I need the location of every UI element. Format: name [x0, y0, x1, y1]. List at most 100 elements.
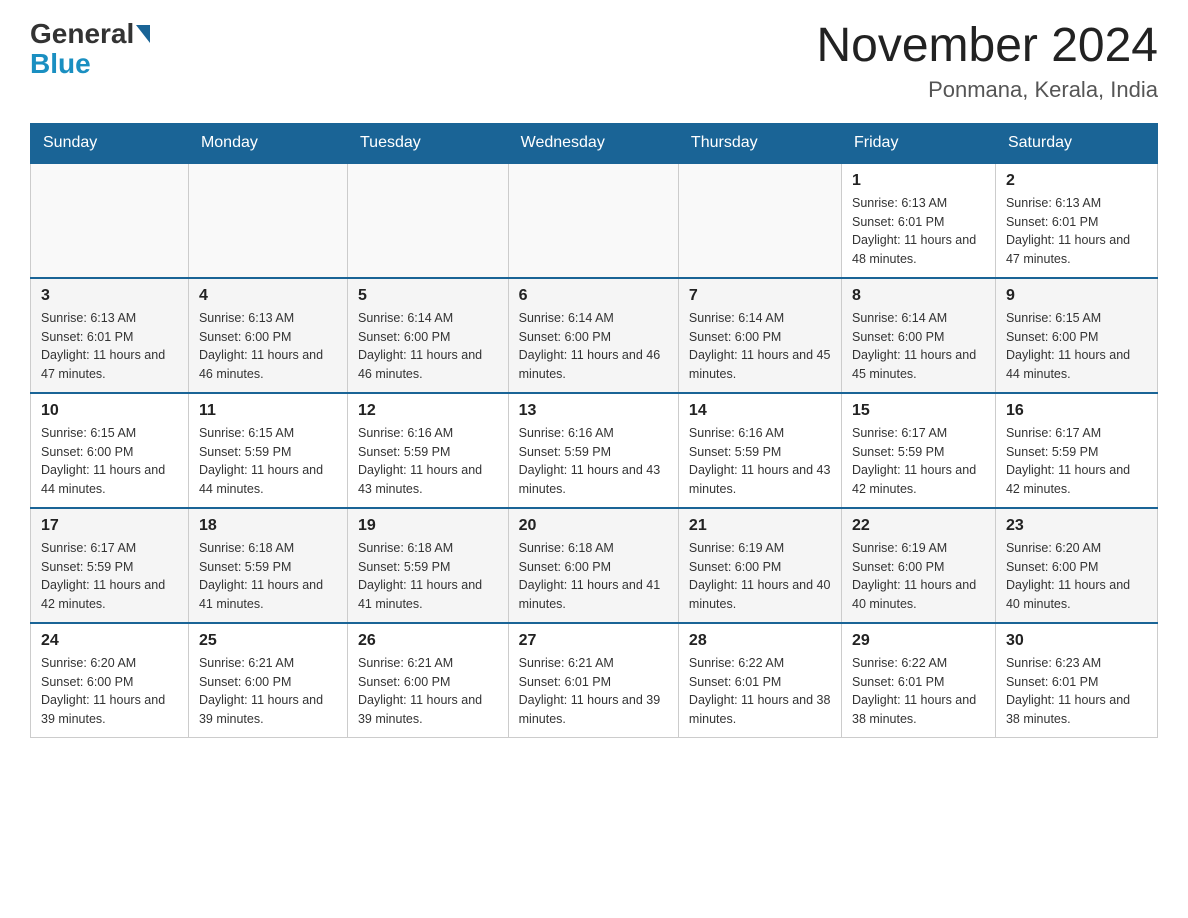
- calendar-body: 1 Sunrise: 6:13 AM Sunset: 6:01 PM Daylig…: [31, 163, 1158, 738]
- calendar-cell: 28 Sunrise: 6:22 AM Sunset: 6:01 PM Dayli…: [678, 623, 841, 738]
- day-info: Sunrise: 6:18 AM Sunset: 5:59 PM Dayligh…: [358, 539, 498, 614]
- day-info: Sunrise: 6:13 AM Sunset: 6:01 PM Dayligh…: [1006, 194, 1147, 269]
- calendar-cell: 10 Sunrise: 6:15 AM Sunset: 6:00 PM Dayli…: [31, 393, 189, 508]
- day-info: Sunrise: 6:19 AM Sunset: 6:00 PM Dayligh…: [689, 539, 831, 614]
- calendar-cell: 4 Sunrise: 6:13 AM Sunset: 6:00 PM Daylig…: [188, 278, 347, 393]
- week-row-4: 17 Sunrise: 6:17 AM Sunset: 5:59 PM Dayli…: [31, 508, 1158, 623]
- day-info: Sunrise: 6:18 AM Sunset: 6:00 PM Dayligh…: [519, 539, 668, 614]
- logo: General Blue: [30, 20, 150, 80]
- calendar-subtitle: Ponmana, Kerala, India: [816, 77, 1158, 103]
- calendar-cell: [678, 163, 841, 278]
- day-number: 8: [852, 287, 985, 305]
- day-number: 15: [852, 402, 985, 420]
- header-cell-wednesday: Wednesday: [508, 123, 678, 163]
- calendar-cell: 25 Sunrise: 6:21 AM Sunset: 6:00 PM Dayli…: [188, 623, 347, 738]
- logo-arrow-icon: [136, 25, 150, 43]
- calendar-cell: [31, 163, 189, 278]
- calendar-cell: 7Sunrise: 6:14 AM Sunset: 6:00 PM Daylig…: [678, 278, 841, 393]
- header-cell-friday: Friday: [842, 123, 996, 163]
- day-info: Sunrise: 6:13 AM Sunset: 6:00 PM Dayligh…: [199, 309, 337, 384]
- calendar-cell: 19 Sunrise: 6:18 AM Sunset: 5:59 PM Dayli…: [347, 508, 508, 623]
- header-row: SundayMondayTuesdayWednesdayThursdayFrid…: [31, 123, 1158, 163]
- logo-blue: Blue: [30, 48, 91, 80]
- calendar-cell: 9 Sunrise: 6:15 AM Sunset: 6:00 PM Daylig…: [995, 278, 1157, 393]
- day-info: Sunrise: 6:17 AM Sunset: 5:59 PM Dayligh…: [41, 539, 178, 614]
- day-info: Sunrise: 6:15 AM Sunset: 6:00 PM Dayligh…: [1006, 309, 1147, 384]
- day-info: Sunrise: 6:16 AM Sunset: 5:59 PM Dayligh…: [689, 424, 831, 499]
- week-row-1: 1 Sunrise: 6:13 AM Sunset: 6:01 PM Daylig…: [31, 163, 1158, 278]
- day-number: 20: [519, 517, 668, 535]
- calendar-cell: 23 Sunrise: 6:20 AM Sunset: 6:00 PM Dayli…: [995, 508, 1157, 623]
- calendar-cell: [347, 163, 508, 278]
- calendar-cell: 5 Sunrise: 6:14 AM Sunset: 6:00 PM Daylig…: [347, 278, 508, 393]
- day-info: Sunrise: 6:21 AM Sunset: 6:00 PM Dayligh…: [358, 654, 498, 729]
- calendar-cell: 17 Sunrise: 6:17 AM Sunset: 5:59 PM Dayli…: [31, 508, 189, 623]
- day-number: 11: [199, 402, 337, 420]
- day-number: 5: [358, 287, 498, 305]
- day-number: 17: [41, 517, 178, 535]
- day-info: Sunrise: 6:21 AM Sunset: 6:01 PM Dayligh…: [519, 654, 668, 729]
- day-number: 6: [519, 287, 668, 305]
- calendar-cell: 11Sunrise: 6:15 AM Sunset: 5:59 PM Dayli…: [188, 393, 347, 508]
- day-number: 25: [199, 632, 337, 650]
- page-header: General Blue November 2024 Ponmana, Kera…: [30, 20, 1158, 103]
- day-info: Sunrise: 6:14 AM Sunset: 6:00 PM Dayligh…: [519, 309, 668, 384]
- day-number: 21: [689, 517, 831, 535]
- day-number: 12: [358, 402, 498, 420]
- day-info: Sunrise: 6:16 AM Sunset: 5:59 PM Dayligh…: [519, 424, 668, 499]
- day-number: 19: [358, 517, 498, 535]
- calendar-cell: 6 Sunrise: 6:14 AM Sunset: 6:00 PM Daylig…: [508, 278, 678, 393]
- calendar-cell: 24Sunrise: 6:20 AM Sunset: 6:00 PM Dayli…: [31, 623, 189, 738]
- day-info: Sunrise: 6:15 AM Sunset: 6:00 PM Dayligh…: [41, 424, 178, 499]
- day-info: Sunrise: 6:21 AM Sunset: 6:00 PM Dayligh…: [199, 654, 337, 729]
- day-number: 3: [41, 287, 178, 305]
- calendar-cell: 12Sunrise: 6:16 AM Sunset: 5:59 PM Dayli…: [347, 393, 508, 508]
- day-info: Sunrise: 6:17 AM Sunset: 5:59 PM Dayligh…: [1006, 424, 1147, 499]
- day-info: Sunrise: 6:13 AM Sunset: 6:01 PM Dayligh…: [852, 194, 985, 269]
- day-info: Sunrise: 6:18 AM Sunset: 5:59 PM Dayligh…: [199, 539, 337, 614]
- day-number: 4: [199, 287, 337, 305]
- calendar-cell: 13 Sunrise: 6:16 AM Sunset: 5:59 PM Dayli…: [508, 393, 678, 508]
- calendar-cell: 27 Sunrise: 6:21 AM Sunset: 6:01 PM Dayli…: [508, 623, 678, 738]
- day-number: 29: [852, 632, 985, 650]
- week-row-2: 3 Sunrise: 6:13 AM Sunset: 6:01 PM Daylig…: [31, 278, 1158, 393]
- calendar-cell: 16 Sunrise: 6:17 AM Sunset: 5:59 PM Dayli…: [995, 393, 1157, 508]
- day-info: Sunrise: 6:19 AM Sunset: 6:00 PM Dayligh…: [852, 539, 985, 614]
- day-number: 10: [41, 402, 178, 420]
- day-number: 27: [519, 632, 668, 650]
- day-info: Sunrise: 6:13 AM Sunset: 6:01 PM Dayligh…: [41, 309, 178, 384]
- logo-general: General: [30, 20, 134, 48]
- calendar-cell: 8 Sunrise: 6:14 AM Sunset: 6:00 PM Daylig…: [842, 278, 996, 393]
- calendar-cell: 2Sunrise: 6:13 AM Sunset: 6:01 PM Daylig…: [995, 163, 1157, 278]
- calendar-cell: 20 Sunrise: 6:18 AM Sunset: 6:00 PM Dayli…: [508, 508, 678, 623]
- day-number: 26: [358, 632, 498, 650]
- calendar-cell: [188, 163, 347, 278]
- calendar-title: November 2024: [816, 20, 1158, 73]
- day-info: Sunrise: 6:14 AM Sunset: 6:00 PM Dayligh…: [852, 309, 985, 384]
- day-info: Sunrise: 6:22 AM Sunset: 6:01 PM Dayligh…: [852, 654, 985, 729]
- day-number: 16: [1006, 402, 1147, 420]
- calendar-cell: 21 Sunrise: 6:19 AM Sunset: 6:00 PM Dayli…: [678, 508, 841, 623]
- calendar-cell: [508, 163, 678, 278]
- day-info: Sunrise: 6:22 AM Sunset: 6:01 PM Dayligh…: [689, 654, 831, 729]
- day-number: 23: [1006, 517, 1147, 535]
- day-info: Sunrise: 6:17 AM Sunset: 5:59 PM Dayligh…: [852, 424, 985, 499]
- calendar-cell: 29 Sunrise: 6:22 AM Sunset: 6:01 PM Dayli…: [842, 623, 996, 738]
- day-number: 30: [1006, 632, 1147, 650]
- day-info: Sunrise: 6:20 AM Sunset: 6:00 PM Dayligh…: [1006, 539, 1147, 614]
- calendar-cell: 15 Sunrise: 6:17 AM Sunset: 5:59 PM Dayli…: [842, 393, 996, 508]
- header-cell-tuesday: Tuesday: [347, 123, 508, 163]
- header-cell-sunday: Sunday: [31, 123, 189, 163]
- calendar-cell: 22Sunrise: 6:19 AM Sunset: 6:00 PM Dayli…: [842, 508, 996, 623]
- title-section: November 2024 Ponmana, Kerala, India: [816, 20, 1158, 103]
- day-info: Sunrise: 6:14 AM Sunset: 6:00 PM Dayligh…: [358, 309, 498, 384]
- day-number: 1: [852, 172, 985, 190]
- week-row-3: 10 Sunrise: 6:15 AM Sunset: 6:00 PM Dayli…: [31, 393, 1158, 508]
- day-info: Sunrise: 6:14 AM Sunset: 6:00 PM Dayligh…: [689, 309, 831, 384]
- calendar-table: SundayMondayTuesdayWednesdayThursdayFrid…: [30, 123, 1158, 738]
- day-number: 28: [689, 632, 831, 650]
- header-cell-saturday: Saturday: [995, 123, 1157, 163]
- day-number: 13: [519, 402, 668, 420]
- day-number: 9: [1006, 287, 1147, 305]
- calendar-cell: 14Sunrise: 6:16 AM Sunset: 5:59 PM Dayli…: [678, 393, 841, 508]
